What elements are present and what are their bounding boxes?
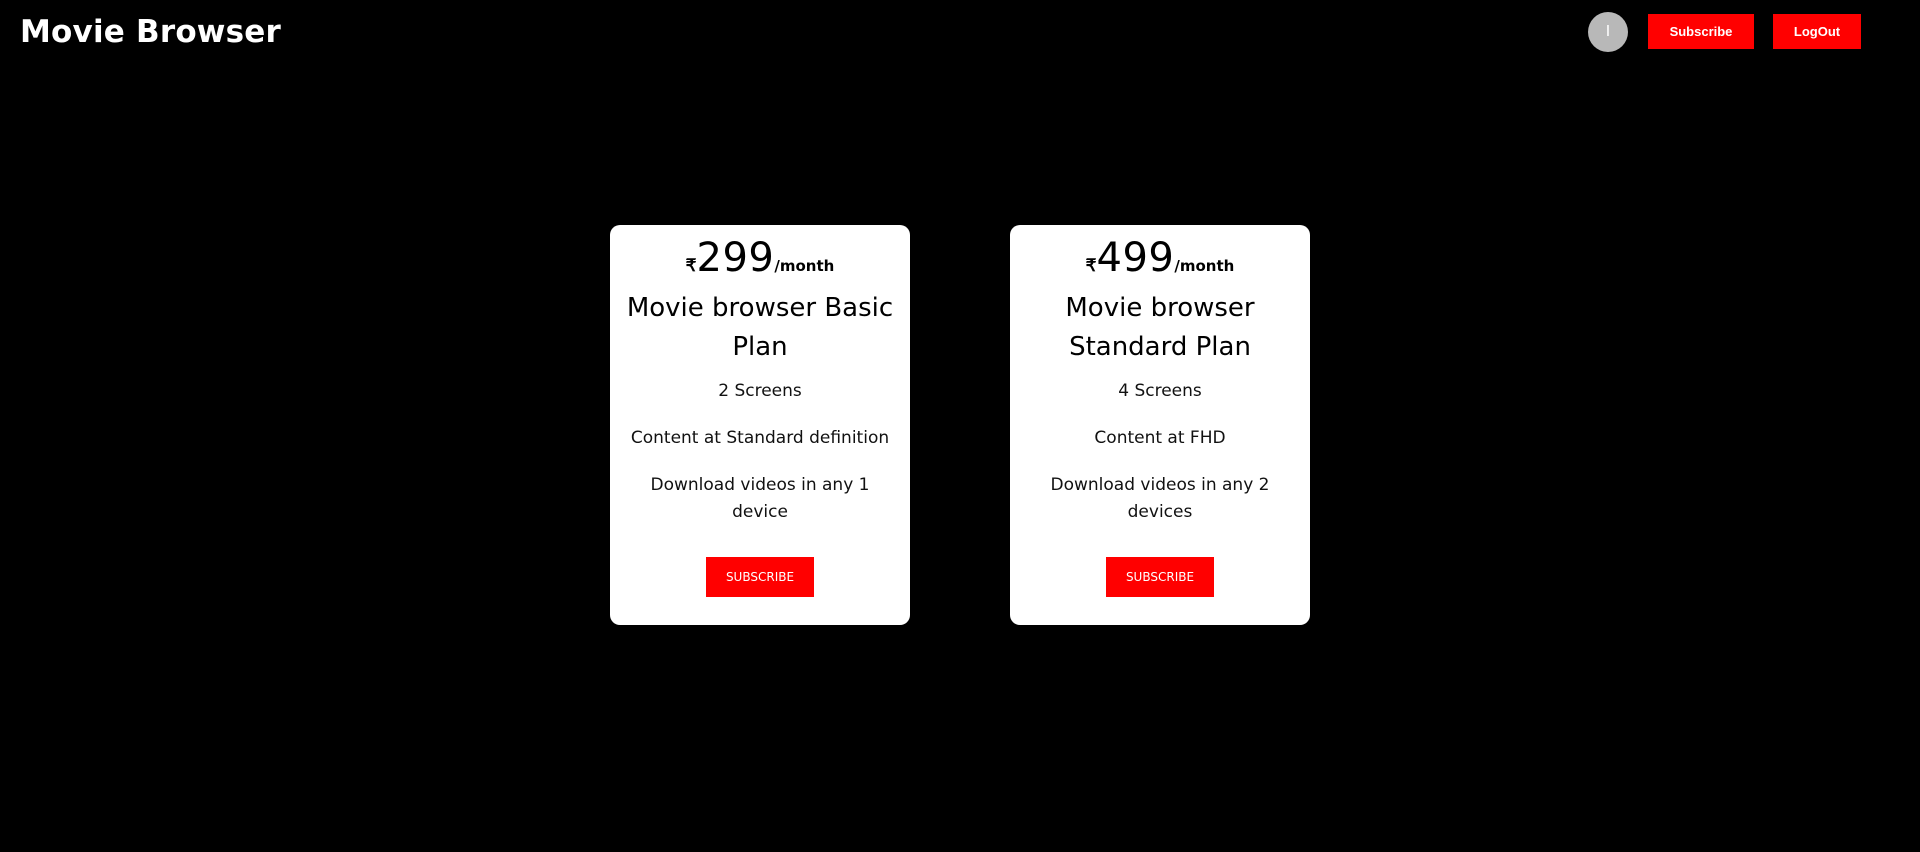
plan-card-standard: ₹499/month Movie browser Standard Plan 4… [1010,225,1310,625]
plan-name: Movie browser Standard Plan [1065,293,1255,362]
plan-card-basic: ₹299/month Movie browser Basic Plan 2 Sc… [610,225,910,625]
currency-symbol: ₹ [685,256,697,275]
app-title: Movie Browser [20,14,282,50]
price-period: /month [1174,257,1235,275]
plan-subscribe-button[interactable]: SUBSCRIBE [1106,557,1214,597]
plan-name: Movie browser Basic Plan [626,293,894,362]
currency-symbol: ₹ [1085,256,1097,275]
feature-screens: 2 Screens [718,381,802,401]
logout-button[interactable]: LogOut [1773,14,1861,49]
price-period: /month [774,257,835,275]
plan-subscribe-button[interactable]: SUBSCRIBE [706,557,814,597]
feature-download: Download videos in any 2 devices [1050,475,1270,522]
price-amount: 299 [696,235,775,281]
price: ₹499/month [1010,235,1310,283]
feature-screens: 4 Screens [1118,381,1202,401]
feature-quality: Content at FHD [1094,428,1226,448]
feature-download: Download videos in any 1 device [650,475,870,522]
price-amount: 499 [1096,235,1175,281]
feature-quality: Content at Standard definition [630,428,890,448]
user-avatar[interactable]: I [1588,12,1628,52]
top-nav-bar: Movie Browser I Subscribe LogOut [0,0,1920,70]
subscribe-button[interactable]: Subscribe [1648,14,1754,49]
price: ₹299/month [610,235,910,283]
